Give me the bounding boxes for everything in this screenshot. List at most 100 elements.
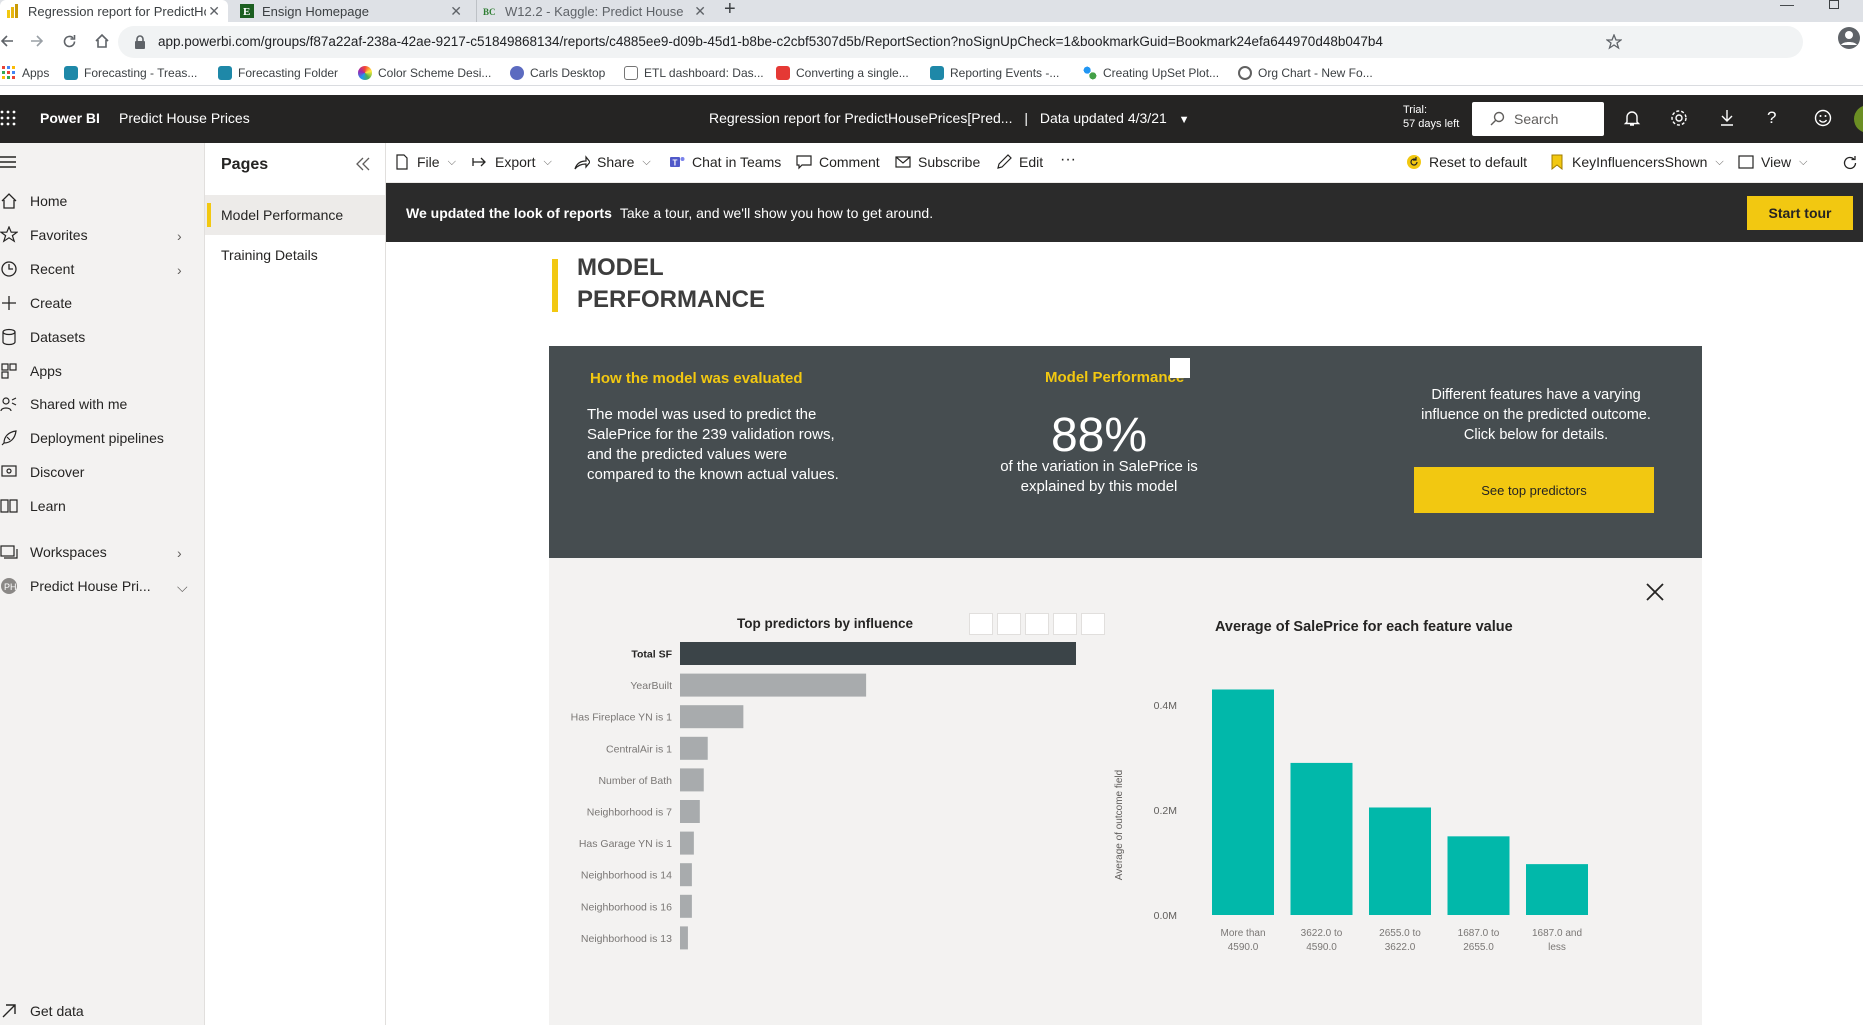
workspace-breadcrumb[interactable]: Predict House Prices [119,110,250,126]
forward-icon[interactable] [30,34,44,48]
tab-close-icon[interactable]: ✕ [208,3,220,20]
more-options-button[interactable]: ··· [1060,151,1076,169]
nav-datasets[interactable]: Datasets [0,322,205,352]
feedback-smiley-icon[interactable] [1814,109,1832,127]
edit-button[interactable]: Edit [996,154,1043,170]
bookmarks-menu[interactable]: KeyInfluencersShown ⌵ [1549,154,1724,170]
predictor-bar[interactable] [680,926,688,950]
powerbi-brand[interactable]: Power BI [40,110,100,126]
saleprice-bar[interactable] [1526,864,1588,915]
svg-text:E: E [243,6,250,18]
chevron-down-icon: ⌵ [447,155,456,168]
predictor-bar[interactable] [680,736,708,760]
help-icon[interactable]: ? [1767,108,1776,128]
home-browser-icon[interactable] [94,33,110,49]
bookmark-forecasting-folder[interactable]: Forecasting Folder [218,66,338,80]
bookmark-converting[interactable]: Converting a single... [776,66,909,80]
nav-get-data[interactable]: Get data [0,996,205,1026]
chevron-right-icon[interactable]: › [177,545,182,561]
info-box-icon[interactable] [1170,358,1190,378]
copy-icon[interactable] [997,613,1021,635]
predictor-bar[interactable] [680,705,744,729]
predictor-bar[interactable] [680,863,692,887]
page-tab-training-details[interactable]: Training Details [205,235,385,275]
more-options-icon[interactable] [1081,613,1105,635]
bookmark-forecasting-treas[interactable]: Forecasting - Treas... [64,66,197,80]
download-icon[interactable] [1719,109,1735,127]
chat-in-teams-button[interactable]: T Chat in Teams [669,154,781,170]
reset-to-default-button[interactable]: Reset to default [1406,154,1527,170]
browser-tab-ensign[interactable]: E Ensign Homepage ✕ [234,0,470,22]
bookmark-upset-plot[interactable]: Creating UpSet Plot... [1083,66,1219,80]
chevron-down-icon[interactable]: ⌵ [177,579,188,596]
nav-deployment-pipelines[interactable]: Deployment pipelines [0,423,205,453]
saleprice-bar[interactable] [1447,836,1510,915]
pin-icon[interactable] [969,613,993,635]
nav-favorites[interactable]: Favorites › [0,220,205,250]
nav-predict-house-pri[interactable]: PH Predict House Pri... ⌵ [0,571,205,601]
nav-create[interactable]: Create [0,288,205,318]
nav-recent[interactable]: Recent › [0,254,205,284]
chart1-title: Top predictors by influence [737,616,914,631]
predictor-bar[interactable] [680,673,867,697]
page-tab-model-performance[interactable]: Model Performance [205,195,385,235]
see-top-predictors-button[interactable]: See top predictors [1414,467,1654,513]
nav-home[interactable]: Home [0,186,205,216]
nav-discover[interactable]: Discover [0,457,205,487]
refresh-icon[interactable] [1842,155,1858,171]
minimize-icon[interactable]: — [1780,0,1794,12]
nav-apps[interactable]: Apps [0,356,205,386]
predictor-bar[interactable] [680,642,1076,665]
svg-text:T: T [673,159,678,168]
new-tab-button[interactable]: + [724,0,736,21]
bookmark-color-scheme[interactable]: Color Scheme Desi... [358,66,491,80]
share-menu[interactable]: Share ⌵ [574,154,651,170]
bookmark-carls-desktop[interactable]: Carls Desktop [510,66,605,80]
nav-workspaces[interactable]: Workspaces › [0,537,205,567]
settings-gear-icon[interactable] [1670,109,1688,127]
app-launcher-icon[interactable] [0,110,16,126]
search-input[interactable]: Search [1472,102,1604,136]
tab-close-icon[interactable]: ✕ [694,3,706,20]
predictor-bar[interactable] [680,800,700,823]
chevron-right-icon[interactable]: › [177,228,182,244]
profile-avatar-icon[interactable] [1837,26,1861,50]
saleprice-bar[interactable] [1212,689,1274,915]
bookmark-star-icon[interactable] [1606,34,1622,50]
collapse-pane-icon[interactable] [355,156,371,172]
comment-button[interactable]: Comment [796,154,880,170]
predictor-bar[interactable] [680,768,704,792]
report-title-dropdown[interactable]: Regression report for PredictHousePrices… [709,110,1190,126]
start-tour-button[interactable]: Start tour [1747,196,1853,230]
tab-close-icon[interactable]: ✕ [450,3,462,20]
focus-mode-icon[interactable] [1053,613,1077,635]
title-divider: | [1024,110,1028,126]
nav-shared-with-me[interactable]: Shared with me [0,389,205,419]
saleprice-bar[interactable] [1290,762,1353,915]
notifications-bell-icon[interactable] [1623,109,1641,127]
back-icon[interactable] [0,34,14,48]
address-bar[interactable]: app.powerbi.com/groups/f87a22af-238a-42a… [118,26,1803,58]
restore-icon[interactable] [1829,0,1839,9]
x-tick-label: less [1548,942,1566,953]
browser-tab-kaggle[interactable]: BC W12.2 - Kaggle: Predict House P ✕ [476,0,714,22]
bookmark-org-chart[interactable]: Org Chart - New Fo... [1238,66,1373,80]
hamburger-menu-icon[interactable] [0,155,16,169]
bookmark-reporting-events[interactable]: Reporting Events -... [930,66,1059,80]
bookmark-etl-dashboard[interactable]: ETL dashboard: Das... [624,66,764,80]
browser-tab-powerbi[interactable]: Regression report for PredictHou ✕ [0,0,228,22]
nav-learn[interactable]: Learn [0,491,205,521]
bookmark-apps[interactable]: Apps [2,66,49,80]
reload-icon[interactable] [62,34,77,49]
filter-icon[interactable] [1025,613,1049,635]
chevron-right-icon[interactable]: › [177,262,182,278]
saleprice-bar[interactable] [1369,807,1431,915]
export-menu[interactable]: Export ⌵ [472,154,552,170]
close-icon[interactable] [1645,582,1665,602]
file-menu[interactable]: File ⌵ [394,154,456,170]
view-menu[interactable]: View ⌵ [1738,154,1807,170]
user-avatar[interactable] [1854,105,1863,133]
predictor-bar[interactable] [680,831,694,855]
predictor-bar[interactable] [680,894,692,918]
subscribe-button[interactable]: Subscribe [895,154,980,170]
